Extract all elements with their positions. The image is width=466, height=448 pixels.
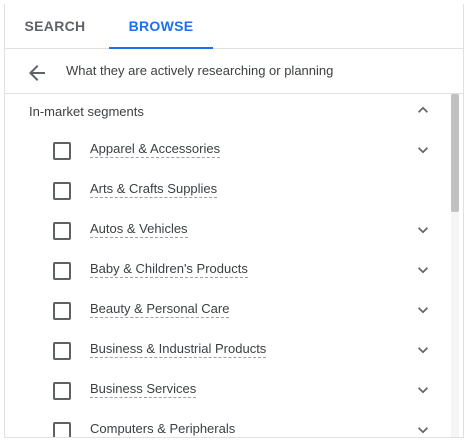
segment-checkbox[interactable] [53, 222, 71, 240]
expand-segment-button[interactable] [413, 220, 433, 240]
chevron-down-icon [418, 227, 428, 234]
segment-checkbox[interactable] [53, 182, 71, 200]
segment-checkbox[interactable] [53, 342, 71, 360]
expand-segment-button[interactable] [413, 140, 433, 160]
tab-browse-label: BROWSE [128, 18, 194, 34]
expand-segment-button[interactable] [413, 380, 433, 400]
browse-list-area: In-market segments Apparel & Accessories… [5, 94, 463, 437]
segment-checkbox[interactable] [53, 382, 71, 400]
chevron-down-icon [418, 427, 428, 434]
chevron-up-icon [418, 106, 428, 113]
chevron-down-icon [418, 307, 428, 314]
segment-label[interactable]: Beauty & Personal Care [90, 301, 230, 318]
list-item: Apparel & Accessories [5, 130, 445, 170]
segment-checkbox[interactable] [53, 422, 71, 437]
list-item: Arts & Crafts Supplies [5, 170, 445, 210]
segment-label[interactable]: Autos & Vehicles [90, 221, 188, 238]
segment-label[interactable]: Baby & Children's Products [90, 261, 248, 278]
scrollbar[interactable] [451, 94, 459, 437]
list-item: Business & Industrial Products [5, 330, 445, 370]
expand-segment-button[interactable] [413, 260, 433, 280]
back-button[interactable] [25, 61, 49, 85]
list-item: Baby & Children's Products [5, 250, 445, 290]
segment-checkbox[interactable] [53, 262, 71, 280]
list-item: Business Services [5, 370, 445, 410]
audience-browse-panel: SEARCH BROWSE What they are actively res… [4, 4, 464, 438]
expand-segment-button[interactable] [413, 300, 433, 320]
chevron-down-icon [418, 347, 428, 354]
tab-bar: SEARCH BROWSE [5, 4, 463, 49]
list-item: Autos & Vehicles [5, 210, 445, 250]
segment-label[interactable]: Apparel & Accessories [90, 141, 221, 158]
list-item: Computers & Peripherals [5, 410, 445, 437]
arrow-back-icon [29, 65, 45, 81]
segment-checkbox[interactable] [53, 302, 71, 320]
segment-label[interactable]: Arts & Crafts Supplies [90, 181, 218, 198]
segment-list: Apparel & Accessories Arts & Crafts Suppl… [5, 130, 445, 437]
list-item: Beauty & Personal Care [5, 290, 445, 330]
in-market-segments-header[interactable]: In-market segments [5, 94, 445, 130]
tab-search[interactable]: SEARCH [5, 4, 105, 48]
breadcrumb-text: What they are actively researching or pl… [66, 63, 334, 78]
segment-label[interactable]: Business Services [90, 381, 197, 398]
section-title: In-market segments [29, 104, 144, 119]
expand-segment-button[interactable] [413, 420, 433, 437]
segment-label[interactable]: Computers & Peripherals [90, 421, 235, 437]
expand-segment-button[interactable] [413, 340, 433, 360]
chevron-down-icon [418, 147, 428, 154]
scrollbar-thumb[interactable] [451, 94, 459, 212]
collapse-section-button[interactable] [413, 100, 433, 120]
tab-browse[interactable]: BROWSE [109, 4, 213, 49]
breadcrumb: What they are actively researching or pl… [5, 49, 463, 94]
chevron-down-icon [418, 267, 428, 274]
segment-checkbox[interactable] [53, 142, 71, 160]
segment-label[interactable]: Business & Industrial Products [90, 341, 267, 358]
chevron-down-icon [418, 387, 428, 394]
